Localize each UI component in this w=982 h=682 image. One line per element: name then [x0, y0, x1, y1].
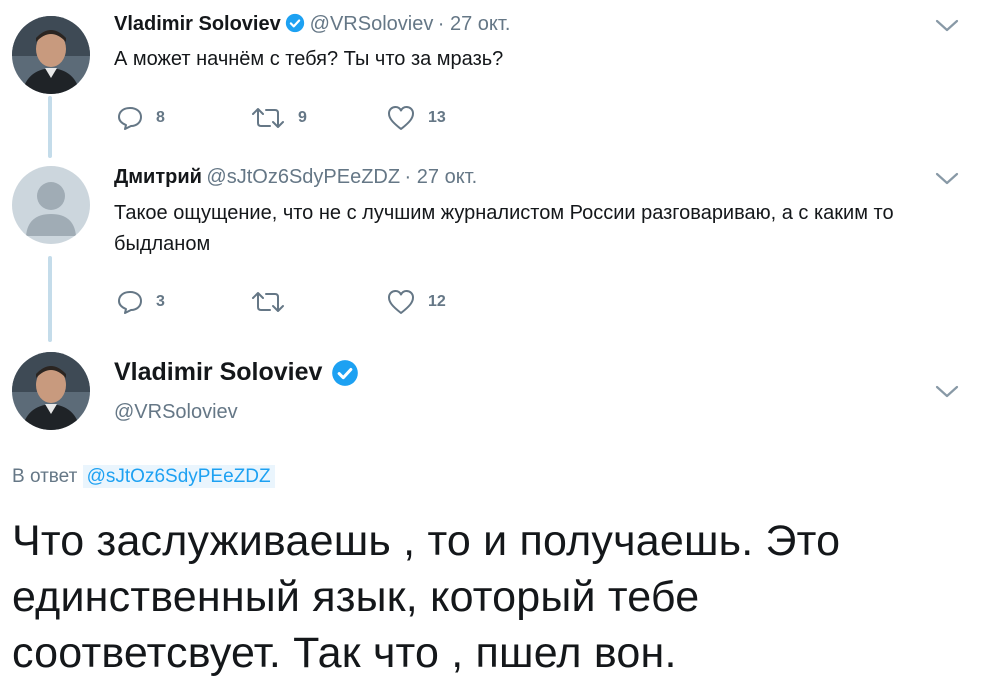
like-button[interactable]: 12	[386, 288, 446, 316]
like-count: 12	[428, 293, 446, 310]
retweet-button[interactable]	[250, 291, 298, 313]
avatar[interactable]	[12, 16, 90, 94]
reply-button[interactable]: 8	[116, 105, 165, 131]
thread-line-2	[48, 256, 52, 342]
reply-context: В ответ @sJtOz6SdyPEeZDZ	[12, 465, 275, 488]
thread-line-1	[48, 96, 52, 158]
author-handle[interactable]: @VRSoloviev	[310, 13, 434, 35]
retweet-button[interactable]: 9	[250, 107, 307, 129]
reply-button[interactable]: 3	[116, 289, 165, 315]
author-handle[interactable]: @sJtOz6SdyPEeZDZ	[206, 166, 400, 188]
reply-icon	[118, 291, 142, 314]
author-name[interactable]: Vladimir Soloviev	[114, 358, 322, 386]
chevron-down-icon[interactable]	[934, 384, 960, 405]
like-button[interactable]: 13	[386, 104, 446, 132]
verified-badge-icon	[285, 13, 305, 38]
avatar[interactable]	[12, 166, 90, 244]
chevron-down-icon[interactable]	[934, 171, 960, 192]
author-name[interactable]: Vladimir Soloviev	[114, 13, 281, 35]
tweet-text: А может начнём с тебя? Ты что за мразь?	[114, 48, 504, 70]
chevron-down-icon[interactable]	[934, 18, 960, 39]
avatar[interactable]	[12, 352, 90, 430]
reply-count: 8	[156, 109, 165, 126]
heart-icon	[388, 106, 414, 130]
verified-badge-icon	[331, 359, 359, 392]
heart-icon	[388, 290, 414, 314]
like-count: 13	[428, 109, 446, 126]
author-handle[interactable]: @VRSoloviev	[114, 401, 238, 424]
tweet-text: Такое ощущение, что не с лучшим журналис…	[114, 202, 894, 255]
retweet-icon	[252, 292, 284, 312]
retweet-count: 9	[298, 109, 307, 126]
retweet-icon	[252, 108, 284, 128]
tweet-time[interactable]: · 27 окт.	[438, 13, 511, 35]
main-tweet-text: Что заслуживаешь , то и получаешь. Это е…	[12, 517, 841, 677]
reply-handle-link[interactable]: @sJtOz6SdyPEeZDZ	[82, 465, 275, 488]
reply-icon	[118, 107, 142, 130]
tweet-time[interactable]: · 27 окт.	[405, 166, 478, 188]
reply-count: 3	[156, 293, 165, 310]
author-name[interactable]: Дмитрий	[114, 166, 202, 188]
reply-prefix: В ответ	[12, 466, 78, 487]
